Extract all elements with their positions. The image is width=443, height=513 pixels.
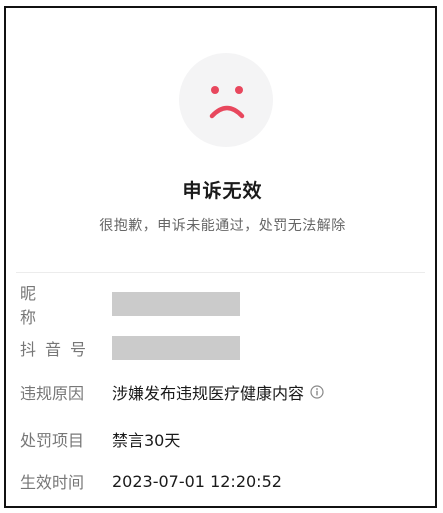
info-circle-icon[interactable]	[310, 385, 324, 399]
douyin-id-value	[112, 336, 240, 360]
violation-reason-row: 违规原因 涉嫌发布违规医疗健康内容	[20, 379, 324, 405]
nickname-value	[112, 292, 240, 316]
appeal-result-card: 申诉无效 很抱歉，申诉未能通过，处罚无法解除 昵 称 抖音号 违规原因 涉嫌发布…	[4, 6, 437, 508]
penalty-label: 处罚项目	[20, 431, 85, 450]
nickname-label: 昵 称	[20, 284, 69, 327]
douyin-id-row: 抖音号	[20, 335, 240, 361]
status-icon-container	[179, 53, 273, 147]
nickname-row: 昵 称	[20, 284, 240, 327]
violation-reason-value: 涉嫌发布违规医疗健康内容	[112, 380, 324, 404]
effective-time-row: 生效时间 2023-07-01 12:20:52	[20, 468, 282, 494]
result-title: 申诉无效	[182, 180, 263, 202]
result-subtitle: 很抱歉，申诉未能通过，处罚无法解除	[99, 218, 346, 234]
penalty-value: 禁言30天	[112, 431, 181, 450]
sad-face-icon	[209, 86, 245, 119]
violation-reason-text: 涉嫌发布违规医疗健康内容	[112, 384, 305, 403]
effective-time-value: 2023-07-01 12:20:52	[112, 471, 282, 491]
redacted-block	[112, 292, 240, 316]
penalty-row: 处罚项目 禁言30天	[20, 426, 180, 452]
effective-time-label: 生效时间	[20, 473, 85, 492]
redacted-block	[112, 336, 240, 360]
douyin-id-label: 抖音号	[20, 340, 96, 359]
violation-reason-label: 违规原因	[20, 384, 85, 403]
divider	[16, 272, 425, 273]
